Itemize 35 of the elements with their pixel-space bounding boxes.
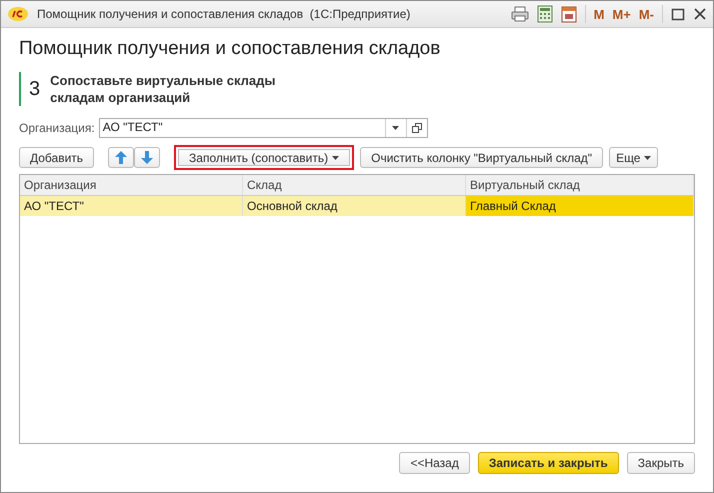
column-header[interactable]: Организация xyxy=(20,175,243,195)
maximize-icon[interactable] xyxy=(671,7,685,21)
arrow-down-icon xyxy=(141,151,154,164)
footer-button[interactable]: <<Назад xyxy=(399,452,470,474)
more-button[interactable]: Еще xyxy=(609,147,658,168)
calendar-icon[interactable] xyxy=(560,5,577,23)
calculator-icon[interactable] xyxy=(536,5,553,23)
step-number: 3 xyxy=(29,78,40,100)
table-cell[interactable]: Главный Склад xyxy=(466,196,694,216)
footer-button[interactable]: Закрыть xyxy=(626,452,695,474)
open-icon[interactable] xyxy=(412,123,422,133)
footer-button[interactable]: Записать и закрыть xyxy=(478,452,619,474)
memory-button[interactable]: M+ xyxy=(612,6,631,22)
toolbar-button[interactable]: Очистить колонку "Виртуальный склад" xyxy=(360,147,604,168)
dropdown-icon[interactable] xyxy=(392,126,400,130)
fill-dropdown-button[interactable]: Заполнить (сопоставить) xyxy=(174,145,354,170)
caret-icon xyxy=(332,156,340,160)
table-cell[interactable]: АО "ТЕСТ" xyxy=(20,196,243,216)
column-header[interactable]: Виртуальный склад xyxy=(466,175,694,195)
organization-field[interactable]: АО "ТЕСТ" xyxy=(98,118,428,138)
column-header[interactable]: Склад xyxy=(243,175,466,195)
toolbar-button[interactable]: Добавить xyxy=(19,147,94,168)
printer-icon[interactable] xyxy=(510,6,529,22)
memory-button[interactable]: M- xyxy=(638,6,654,22)
step-title: Сопоставьте виртуальные склады складам организаций xyxy=(50,72,276,106)
close-icon[interactable] xyxy=(693,7,707,21)
caret-icon xyxy=(644,156,652,160)
arrow-up-icon xyxy=(115,151,128,164)
memory-button[interactable]: M xyxy=(594,6,604,22)
field-label: Организация: xyxy=(19,121,95,135)
move-down-button[interactable] xyxy=(134,147,160,168)
move-up-button[interactable] xyxy=(108,147,134,168)
app-logo-icon xyxy=(7,6,29,22)
page-heading: Помощник получения и сопоставления складов xyxy=(19,38,442,60)
window-title: Помощник получения и сопоставления складов (1С:Предприятие) xyxy=(37,7,412,21)
